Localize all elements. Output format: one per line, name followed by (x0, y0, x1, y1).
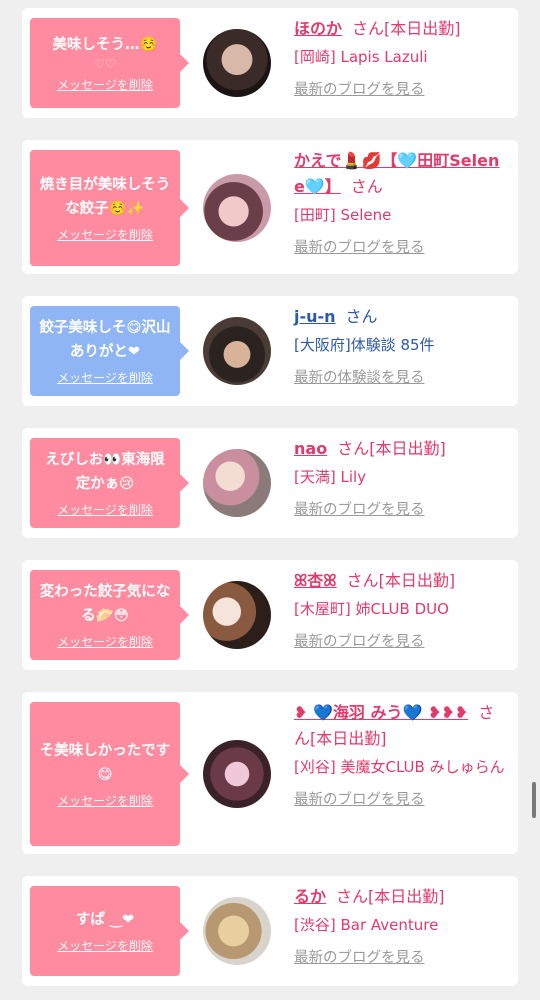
profile-name-link[interactable]: nao (294, 439, 327, 458)
latest-blog-link[interactable]: 最新のブログを見る (294, 500, 510, 520)
profile-info: ꕤ杏ꕤ さん[本日出勤] [木屋町] 姉CLUB DUO 最新のブログを見る (294, 568, 510, 652)
message-text: 美味しそう…☺️ (52, 37, 158, 53)
status-text: [本日出勤] (384, 19, 461, 38)
message-bubble: 変わった餃子気になる🥟😳 メッセージを削除 (30, 570, 189, 660)
message-bubble: 焼き目が美味しそうな餃子☺️✨ メッセージを削除 (30, 150, 189, 266)
message-text: そ美味しかったです😋 (39, 743, 171, 783)
message-bubble: すぱ ‿❤ メッセージを削除 (30, 886, 189, 976)
profile-name-link[interactable]: るか (294, 887, 326, 906)
message-card: 美味しそう…☺️ ♡♡ メッセージを削除 ほのか さん[本日出勤] [岡崎] La… (22, 8, 518, 118)
profile-info: ほのか さん[本日出勤] [岡崎] Lapis Lazuli 最新のブログを見る (294, 16, 510, 100)
honorific: さん (346, 571, 379, 590)
honorific: さん (350, 177, 383, 196)
delete-message-link[interactable]: メッセージを削除 (57, 502, 153, 518)
message-card: 焼き目が美味しそうな餃子☺️✨ メッセージを削除 かえで💄💋【🩵田町Selene… (22, 140, 518, 274)
message-card: そ美味しかったです😋 メッセージを削除 ❥ 💙海羽 みう💙 ❥❥❥ さん[本日出勤… (22, 692, 518, 854)
latest-blog-link[interactable]: 最新のブログを見る (294, 790, 510, 810)
honorific: さん (336, 887, 369, 906)
scrollbar[interactable] (532, 782, 536, 818)
profile-name-link[interactable]: ꕤ杏ꕤ (294, 571, 337, 590)
latest-blog-link[interactable]: 最新のブログを見る (294, 238, 510, 258)
shop-name: [木屋町] 姉CLUB DUO (294, 600, 449, 618)
message-text: 焼き目が美味しそうな餃子☺️✨ (39, 177, 171, 217)
avatar[interactable] (203, 317, 271, 385)
message-bubble: 餃子美味しそ😋沢山ありがと❤ メッセージを削除 (30, 306, 189, 396)
profile-name-link[interactable]: ほのか (294, 19, 342, 38)
message-card: 餃子美味しそ😋沢山ありがと❤ メッセージを削除 j-u-n さん [大阪府]体験談… (22, 296, 518, 406)
latest-blog-link[interactable]: 最新のブログを見る (294, 632, 510, 652)
honorific: さん (337, 439, 370, 458)
honorific: さん (345, 307, 378, 326)
avatar[interactable] (203, 897, 271, 965)
message-bubble: そ美味しかったです😋 メッセージを削除 (30, 702, 189, 846)
message-card: 変わった餃子気になる🥟😳 メッセージを削除 ꕤ杏ꕤ さん[本日出勤] [木屋町] … (22, 560, 518, 670)
delete-message-link[interactable]: メッセージを削除 (57, 634, 153, 650)
message-bubble: 美味しそう…☺️ ♡♡ メッセージを削除 (30, 18, 189, 108)
shop-name: [岡崎] Lapis Lazuli (294, 48, 428, 66)
shop-name: [田町] Selene (294, 206, 392, 224)
profile-info: j-u-n さん [大阪府]体験談 85件 最新の体験談を見る (294, 304, 510, 388)
message-card: えびしお👀東海限定かぁ😢 メッセージを削除 nao さん[本日出勤] [天満] L… (22, 428, 518, 538)
profile-name-link[interactable]: j-u-n (294, 307, 336, 326)
profile-info: かえで💄💋【🩵田町Selene🩵】 さん [田町] Selene 最新のブログを見… (294, 148, 510, 258)
status-text: [本日出勤] (310, 729, 387, 748)
latest-review-link[interactable]: 最新の体験談を見る (294, 368, 510, 388)
latest-blog-link[interactable]: 最新のブログを見る (294, 948, 510, 968)
profile-name-link[interactable]: ❥ 💙海羽 みう💙 ❥❥❥ (294, 703, 468, 722)
delete-message-link[interactable]: メッセージを削除 (57, 227, 153, 243)
profile-info: るか さん[本日出勤] [渋谷] Bar Aventure 最新のブログを見る (294, 884, 510, 968)
message-card: すぱ ‿❤ メッセージを削除 るか さん[本日出勤] [渋谷] Bar Avent… (22, 876, 518, 986)
message-extra: ♡♡ (94, 57, 116, 71)
shop-name: [刈谷] 美魔女CLUB みしゅらん (294, 758, 505, 776)
honorific: さん (352, 19, 385, 38)
avatar[interactable] (203, 740, 271, 808)
message-text: えびしお👀東海限定かぁ😢 (45, 452, 165, 492)
delete-message-link[interactable]: メッセージを削除 (57, 370, 153, 386)
shop-name: [天満] Lily (294, 468, 367, 486)
profile-name-link[interactable]: かえで💄💋【🩵田町Selene🩵】 (294, 151, 499, 196)
message-bubble: えびしお👀東海限定かぁ😢 メッセージを削除 (30, 438, 189, 528)
shop-name: [渋谷] Bar Aventure (294, 916, 439, 934)
avatar[interactable] (203, 174, 271, 242)
avatar[interactable] (203, 29, 271, 97)
status-text: [本日出勤] (368, 887, 445, 906)
avatar[interactable] (203, 581, 271, 649)
delete-message-link[interactable]: メッセージを削除 (57, 77, 153, 93)
message-text: 変わった餃子気になる🥟😳 (39, 584, 171, 624)
status-text: [本日出勤] (378, 571, 456, 590)
message-text: すぱ ‿❤ (75, 912, 135, 928)
message-text: 餃子美味しそ😋沢山ありがと❤ (39, 320, 171, 360)
status-text: [本日出勤] (369, 439, 446, 458)
shop-name: [大阪府]体験談 85件 (294, 336, 435, 354)
delete-message-link[interactable]: メッセージを削除 (57, 793, 153, 809)
avatar[interactable] (203, 449, 271, 517)
latest-blog-link[interactable]: 最新のブログを見る (294, 80, 510, 100)
delete-message-link[interactable]: メッセージを削除 (57, 938, 153, 954)
profile-info: nao さん[本日出勤] [天満] Lily 最新のブログを見る (294, 436, 510, 520)
profile-info: ❥ 💙海羽 みう💙 ❥❥❥ さん[本日出勤] [刈谷] 美魔女CLUB みしゅらん… (294, 700, 510, 810)
